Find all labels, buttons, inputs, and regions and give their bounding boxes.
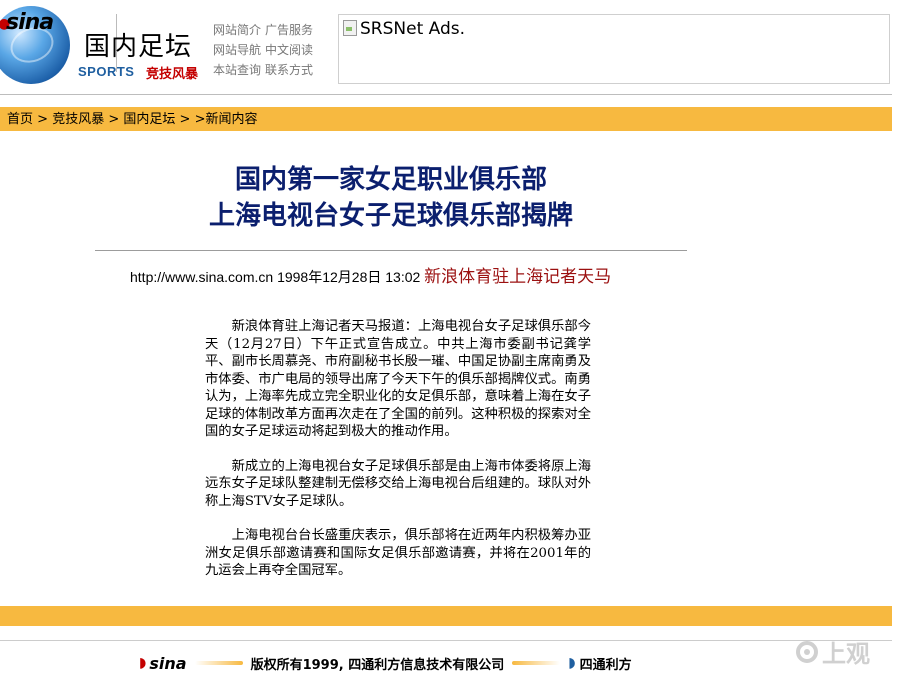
footer-sina-text: sina (149, 653, 187, 673)
reporter-byline: 新浪体育驻上海记者天马 (424, 267, 612, 287)
source-url[interactable]: http://www.sina.com.cn (130, 269, 273, 285)
footer-rule (0, 640, 892, 641)
article-meta: http://www.sina.com.cn 1998年12月28日 13:02… (130, 265, 730, 289)
article-paragraph-1: 新浪体育驻上海记者天马报道：上海电视台女子足球俱乐部今天（12月27日）下午正式… (205, 319, 591, 439)
footer-divider-line (194, 661, 243, 665)
watermark: 上观 (796, 634, 870, 669)
footer-bar (0, 606, 892, 626)
watermark-icon (796, 640, 818, 663)
section-title: 国内足坛 (84, 32, 193, 62)
sports-sub-label: 竞技风暴 (146, 67, 199, 82)
breadcrumb: 首页 > 竞技风暴 > 国内足坛 > >新闻内容 (0, 107, 892, 131)
article-headline: 国内第一家女足职业俱乐部 上海电视台女子足球俱乐部揭牌 (96, 162, 686, 234)
link-ad-service[interactable]: 广告服务 (265, 20, 313, 40)
breadcrumb-home[interactable]: 首页 (7, 112, 33, 127)
link-contact[interactable]: 联系方式 (265, 60, 313, 80)
breadcrumb-sports[interactable]: 竞技风暴 (52, 112, 104, 127)
link-site-nav[interactable]: 网站导航 (213, 40, 261, 60)
company-logo-text: 四通利方 (579, 657, 632, 673)
article-body: 新浪体育驻上海记者天马报道：上海电视台女子足球俱乐部今天（12月27日）下午正式… (205, 318, 591, 597)
watermark-text: 上观 (822, 640, 870, 668)
link-chinese-reading[interactable]: 中文阅读 (265, 40, 313, 60)
footer-divider-line (512, 661, 561, 665)
sports-label: SPORTS (78, 64, 135, 79)
broken-image-icon (343, 20, 357, 36)
headline-line-1: 国内第一家女足职业俱乐部 (234, 165, 547, 195)
footer: ◗ sina 版权所有1999, 四通利方信息技术有限公司 ◗ 四通利方 (139, 652, 632, 674)
ad-alt-text: SRSNet Ads. (360, 19, 466, 39)
link-about[interactable]: 网站简介 (213, 20, 261, 40)
breadcrumb-separator: > (104, 112, 124, 127)
breadcrumb-separator: > (175, 112, 195, 127)
company-mark-icon: ◗ (568, 655, 576, 671)
breadcrumb-domestic-football[interactable]: 国内足坛 (123, 112, 175, 127)
header-rule (0, 94, 892, 95)
publish-date: 1998年12月28日 13:02 (277, 269, 421, 285)
headline-rule (95, 250, 687, 251)
article-paragraph-3: 上海电视台台长盛重庆表示，俱乐部将在近两年内积极筹办亚洲女足俱乐部邀请赛和国际女… (205, 528, 591, 578)
copyright-text: 版权所有1999, 四通利方信息技术有限公司 (250, 657, 505, 673)
footer-sina-logo[interactable]: ◗ sina (139, 654, 187, 673)
breadcrumb-separator: > (33, 112, 53, 127)
ad-banner[interactable]: SRSNet Ads. (338, 14, 890, 84)
footer-company-logo[interactable]: ◗ 四通利方 (568, 654, 631, 673)
article-paragraph-2: 新成立的上海电视台女子足球俱乐部是由上海市体委将原上海远东女子足球队整建制无偿移… (205, 458, 591, 509)
sina-logo-text: sina (6, 10, 54, 35)
headline-line-2: 上海电视台女子足球俱乐部揭牌 (208, 201, 573, 231)
ad-image[interactable]: SRSNet Ads. (343, 19, 465, 39)
breadcrumb-current: >新闻内容 (194, 112, 258, 127)
sina-mark-icon: ◗ (139, 655, 147, 671)
link-site-search[interactable]: 本站查询 (213, 60, 261, 80)
quick-links: 网站简介 广告服务 网站导航 中文阅读 本站查询 联系方式 (213, 20, 333, 80)
